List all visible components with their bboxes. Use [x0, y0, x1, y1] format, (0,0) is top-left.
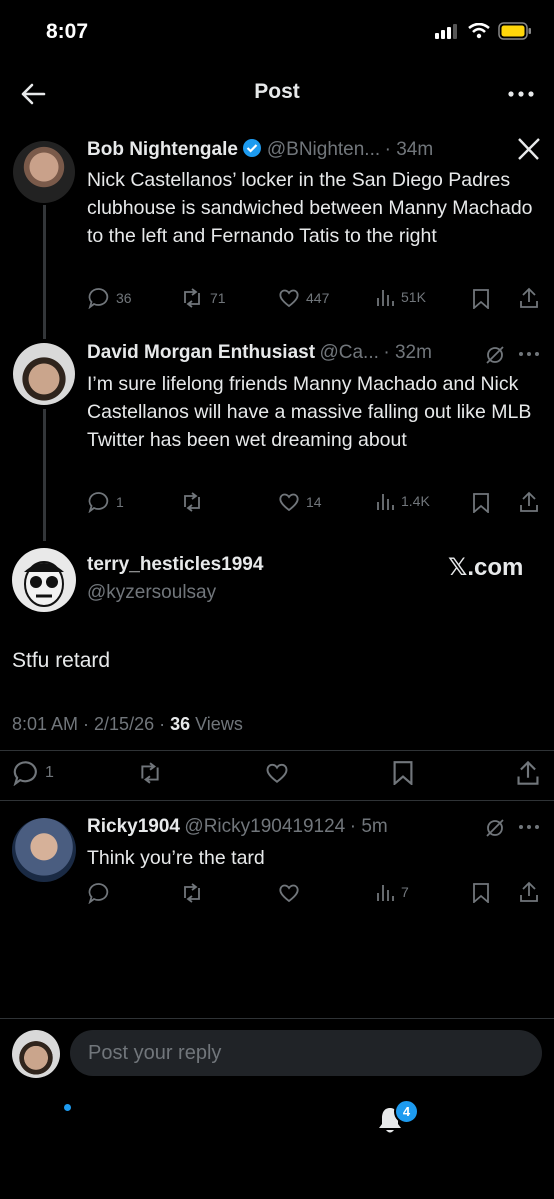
status-time: 8:07 [46, 20, 89, 43]
views-button[interactable]: 7 [375, 882, 409, 902]
post-timestamp: 8:01 AM · 2/15/26 · [12, 714, 171, 734]
author-handle[interactable]: @kyzersoulsay [87, 582, 216, 604]
like-count: 14 [306, 494, 322, 510]
avatar [12, 1030, 60, 1078]
views-button[interactable]: 51K [375, 287, 426, 307]
heart-icon [279, 289, 299, 308]
views-count: 7 [401, 884, 409, 900]
bookmark-icon[interactable] [392, 761, 414, 785]
share-icon[interactable] [516, 760, 540, 786]
more-options-icon[interactable] [518, 823, 540, 831]
reply-placeholder: Post your reply [88, 1042, 222, 1064]
grok-icon[interactable] [485, 818, 505, 838]
tweet-text: Nick Castellanos’ locker in the San Dieg… [87, 169, 533, 247]
views-button[interactable]: 1.4K [375, 491, 430, 511]
author-name[interactable]: Bob Nightengale [87, 139, 238, 160]
post-time: · 34m [384, 139, 434, 160]
views-icon [377, 885, 394, 901]
reply-button[interactable]: 1 [13, 760, 54, 786]
thread-line [43, 409, 46, 541]
post-time: · 5m [349, 816, 388, 837]
divider [0, 800, 554, 801]
thread-line [43, 205, 46, 339]
more-options-icon[interactable] [506, 84, 536, 104]
repost-icon [184, 492, 200, 512]
grok-icon[interactable] [262, 1104, 294, 1136]
battery-icon [498, 22, 531, 40]
reply-icon[interactable] [88, 882, 110, 904]
bookmark-icon[interactable] [472, 883, 490, 903]
search-icon[interactable] [152, 1104, 184, 1136]
views-count: 1.4K [401, 493, 430, 509]
tweet-header: David Morgan Enthusiast @Ca... · 32m [87, 342, 432, 364]
more-options-icon[interactable] [518, 350, 540, 358]
like-count: 447 [306, 290, 330, 306]
divider [0, 750, 554, 751]
share-icon[interactable] [519, 491, 539, 513]
grok-icon[interactable] [485, 345, 505, 365]
repost-icon[interactable] [180, 882, 204, 904]
author-handle[interactable]: @BNighten... [267, 139, 380, 160]
views-count: 51K [401, 289, 426, 305]
tweet-header: Ricky1904 @Ricky190419124 · 5m [87, 816, 388, 838]
reply-icon [13, 761, 37, 786]
x-com-watermark: 𝕏.com [448, 554, 524, 581]
author-name[interactable]: David Morgan Enthusiast [87, 342, 315, 363]
notifications-badge: 4 [394, 1099, 419, 1124]
reply-count: 1 [116, 494, 124, 510]
author-handle[interactable]: @Ricky190419124 [184, 816, 345, 837]
cellular-signal-icon [435, 24, 457, 39]
wifi-icon [468, 23, 490, 39]
verified-badge-icon [243, 139, 262, 157]
author-name[interactable]: terry_hesticles1994 [87, 554, 263, 576]
like-button[interactable]: 14 [278, 491, 322, 513]
heart-icon[interactable] [278, 882, 300, 904]
divider [0, 1018, 554, 1019]
status-icons [434, 22, 532, 40]
avatar[interactable] [13, 343, 75, 405]
repost-icon[interactable] [136, 761, 164, 785]
repost-count: 71 [210, 290, 226, 306]
repost-icon [184, 288, 200, 308]
messages-icon[interactable] [484, 1106, 514, 1134]
views-icon [377, 290, 394, 306]
post-time: · 32m [383, 342, 432, 363]
share-icon[interactable] [519, 287, 539, 309]
repost-button[interactable] [180, 491, 204, 513]
tweet-header: Bob Nightengale @BNighten... · 34m [87, 138, 433, 161]
bookmark-icon[interactable] [472, 493, 490, 513]
views-count: 36 [170, 714, 191, 734]
post-meta: 8:01 AM · 2/15/26 · 36 Views [12, 714, 243, 735]
reply-count: 36 [116, 290, 132, 306]
reply-icon [88, 288, 109, 309]
like-button[interactable]: 447 [278, 287, 329, 309]
home-notification-dot [64, 1104, 71, 1111]
views-icon [377, 494, 394, 510]
author-name[interactable]: Ricky1904 [87, 816, 180, 837]
views-label: Views [190, 714, 243, 734]
reply-count: 1 [45, 764, 54, 781]
repost-button[interactable]: 71 [180, 287, 226, 309]
page-title: Post [254, 80, 300, 103]
skull-avatar-icon [24, 561, 64, 607]
tweet-text: I’m sure lifelong friends Manny Machado … [87, 373, 532, 451]
avatar[interactable] [13, 141, 75, 203]
x-logo-icon [518, 138, 540, 160]
post-text: Stfu retard [12, 649, 111, 672]
tweet-text: Think you’re the tard [87, 847, 265, 869]
share-icon[interactable] [519, 881, 539, 903]
reply-icon [88, 492, 109, 513]
avatar[interactable] [12, 818, 76, 882]
heart-icon [279, 493, 299, 512]
heart-icon[interactable] [264, 761, 290, 785]
avatar[interactable] [12, 548, 76, 612]
reply-button[interactable]: 1 [88, 491, 124, 513]
reply-button[interactable]: 36 [88, 287, 132, 309]
bookmark-icon[interactable] [472, 289, 490, 309]
author-handle[interactable]: @Ca... [319, 342, 378, 363]
